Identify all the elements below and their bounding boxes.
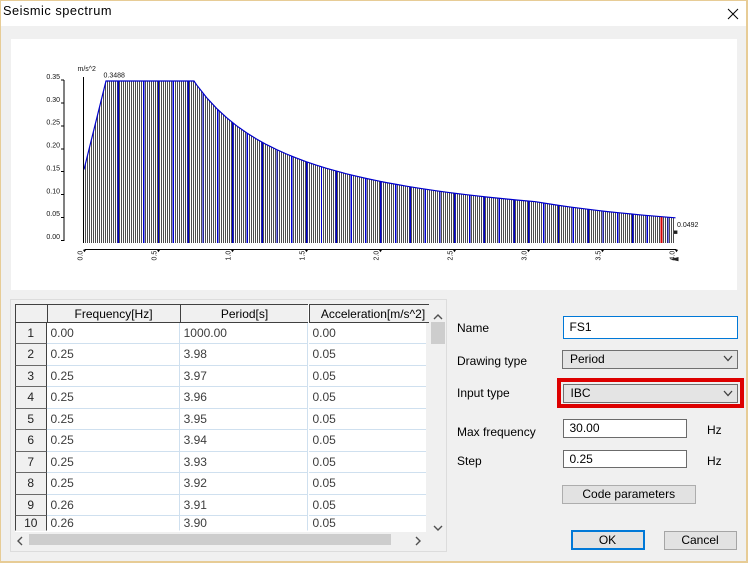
svg-text:0.5: 0.5 <box>151 251 158 261</box>
svg-text:3.0: 3.0 <box>521 251 528 261</box>
svg-text:0.15: 0.15 <box>46 165 60 172</box>
svg-text:2.5: 2.5 <box>447 251 454 261</box>
svg-text:0.00: 0.00 <box>46 234 60 241</box>
svg-text:1.5: 1.5 <box>299 251 306 261</box>
svg-text:0.30: 0.30 <box>46 97 60 104</box>
svg-text:0.05: 0.05 <box>46 211 60 218</box>
svg-text:3.5: 3.5 <box>595 251 602 261</box>
svg-text:0.20: 0.20 <box>46 143 60 150</box>
svg-text:0.3488: 0.3488 <box>103 73 125 80</box>
svg-text:0.0: 0.0 <box>77 251 84 261</box>
svg-text:0.35: 0.35 <box>46 74 60 81</box>
svg-text:0.10: 0.10 <box>46 188 60 195</box>
svg-text:0.25: 0.25 <box>46 120 60 127</box>
svg-text:1.0: 1.0 <box>225 251 232 261</box>
svg-text:m/s^2: m/s^2 <box>77 66 96 73</box>
svg-text:2.0: 2.0 <box>373 251 380 261</box>
svg-text:0.0492: 0.0492 <box>677 222 699 229</box>
